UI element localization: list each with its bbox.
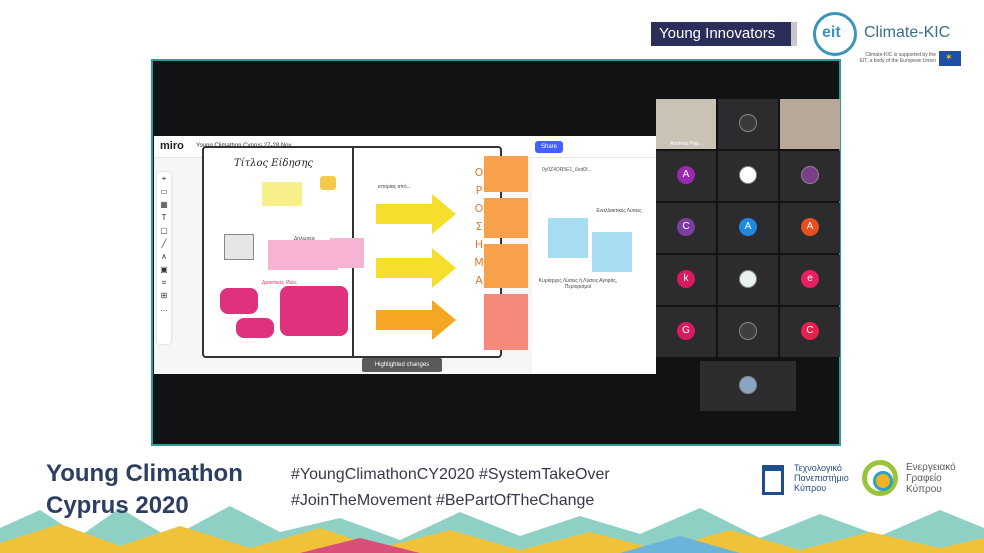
sticky-note[interactable]	[268, 240, 338, 270]
miro-board[interactable]: miro Young Climathon Cyprus 27-28 Nov ⌖▭…	[154, 136, 532, 374]
dominant-solutions-label: Κυρίαρχες Λύσεις ή Λύσεις Αγοράς, Περιορ…	[538, 278, 618, 290]
story-intro-label: ιστορίας από...	[378, 184, 411, 190]
sticky-note[interactable]	[592, 232, 632, 272]
participant-tile[interactable]: C	[656, 203, 716, 253]
sticky-note[interactable]	[262, 182, 302, 206]
participant-avatar: k	[677, 270, 695, 288]
participant-avatar: C	[801, 322, 819, 340]
participant-tile[interactable]	[780, 151, 840, 201]
miro-tool-icon[interactable]: ▦	[157, 198, 171, 211]
share-button[interactable]: Share	[535, 141, 563, 153]
idea-bubble[interactable]	[280, 286, 348, 336]
participant-video	[780, 99, 840, 149]
eu-flag-icon	[939, 51, 961, 66]
miro-tool-icon[interactable]: ▭	[157, 185, 171, 198]
participant-tile[interactable]	[700, 361, 796, 411]
miro-logo: miro	[160, 140, 184, 152]
participant-avatar: A	[739, 218, 757, 236]
participant-name: Andreas Pap...	[670, 141, 704, 147]
sticky-note[interactable]	[548, 218, 588, 258]
event-title: Young Climathon Cyprus 2020	[46, 458, 243, 522]
eit-logo: eit	[813, 12, 857, 56]
participant-avatar: A	[677, 166, 695, 184]
event-title-line2: Cyprus 2020	[46, 492, 189, 519]
young-innovators-badge: Young Innovators	[651, 22, 797, 46]
participant-tile[interactable]: A	[656, 151, 716, 201]
news-title: Τίτλος Είδησης	[234, 158, 313, 169]
energy-office-line: Ενεργειακό	[906, 462, 956, 473]
energy-office-text: Ενεργειακό Γραφείο Κύπρου	[906, 462, 976, 495]
participant-tile[interactable]: G	[656, 307, 716, 357]
participant-photo	[739, 376, 757, 394]
miro-tool-icon[interactable]: ∧	[157, 250, 171, 263]
presentation-slide: Young Innovators eit Climate-KIC Climate…	[0, 0, 984, 553]
highlighted-changes-button[interactable]: Highlighted changes	[362, 358, 442, 372]
sketch-image[interactable]	[224, 234, 254, 260]
miro-board-secondary[interactable]: Share 0y0Z4OR5E1_6ed0f... Εναλλακτικές Λ…	[532, 136, 656, 374]
participant-tile[interactable]: Andreas Pap...	[656, 99, 716, 149]
participant-tile[interactable]	[718, 151, 778, 201]
participant-tile[interactable]: A	[718, 203, 778, 253]
hashtags: #YoungClimathonCY2020 #SystemTakeOver #J…	[291, 462, 610, 514]
miro-tool-icon[interactable]: …	[157, 302, 171, 315]
miro-tool-palette: ⌖ ▭ ▦ T ▢ ╱ ∧ ▣ ⌗ ⊞…	[157, 172, 171, 344]
eit-logo-text: eit	[822, 24, 841, 41]
tepak-mark-icon	[762, 465, 784, 495]
participant-tile[interactable]: A	[780, 203, 840, 253]
idea-bubble[interactable]	[236, 318, 274, 338]
participant-avatar: e	[801, 270, 819, 288]
participant-photo	[739, 322, 757, 340]
participant-photo	[739, 166, 757, 184]
sticky-note[interactable]	[484, 244, 528, 288]
board-toolbar: Share	[532, 136, 656, 158]
badge-tail	[791, 22, 797, 46]
participant-tile[interactable]: e	[780, 255, 840, 305]
event-title-line1: Young Climathon	[46, 460, 243, 487]
board-id: 0y0Z4OR5E1_6ed0f...	[542, 167, 592, 173]
participant-avatar: G	[677, 322, 695, 340]
hashtags-line2: #JoinTheMovement #BePartOfTheChange	[291, 492, 595, 509]
tepak-line: Κύπρου	[794, 483, 827, 493]
tepak-text: Τεχνολογικό Πανεπιστήμιο Κύπρου	[794, 463, 864, 493]
participant-photo	[801, 166, 819, 184]
miro-tool-icon[interactable]: ▣	[157, 263, 171, 276]
participant-photo	[739, 270, 757, 288]
participant-tile[interactable]: C	[780, 307, 840, 357]
participant-tile[interactable]	[718, 307, 778, 357]
miro-tool-icon[interactable]: ⌖	[157, 172, 171, 185]
tepak-line: Τεχνολογικό	[794, 463, 842, 473]
sticky-note[interactable]	[484, 156, 528, 192]
energy-office-line: Γραφείο	[906, 473, 942, 484]
participant-tile[interactable]	[780, 99, 840, 149]
energy-office-line: Κύπρου	[906, 484, 942, 495]
hashtags-line1: #YoungClimathonCY2020 #SystemTakeOver	[291, 466, 610, 483]
sticky-note[interactable]	[330, 238, 364, 268]
miro-tool-icon[interactable]: T	[157, 211, 171, 224]
climate-kic-subtext: Climate-KIC is supported by the EIT, a b…	[859, 52, 936, 64]
miro-tool-icon[interactable]: ▢	[157, 224, 171, 237]
participant-avatar: A	[801, 218, 819, 236]
participant-tile[interactable]: k	[656, 255, 716, 305]
alternatives-label: Εναλλακτικές Λύσεις	[596, 208, 642, 214]
miro-tool-icon[interactable]: ⌗	[157, 276, 171, 289]
emoji-sticker	[320, 176, 336, 190]
participant-tile[interactable]	[718, 255, 778, 305]
sticky-note[interactable]	[484, 198, 528, 238]
participant-tile[interactable]	[718, 99, 778, 149]
miro-tool-icon[interactable]: ╱	[157, 237, 171, 250]
tepak-line: Πανεπιστήμιο	[794, 473, 849, 483]
sticky-note[interactable]	[484, 294, 528, 350]
miro-tool-icon[interactable]: ⊞	[157, 289, 171, 302]
badge-label: Young Innovators	[659, 25, 776, 42]
climate-kic-name: Climate-KIC	[864, 24, 951, 41]
energy-office-mark-icon	[862, 460, 898, 496]
participants-grid: Andreas Pap... A C A Ak e G C	[656, 99, 840, 412]
participant-avatar: C	[677, 218, 695, 236]
idea-bubble[interactable]	[220, 288, 258, 314]
participant-photo	[739, 114, 757, 132]
